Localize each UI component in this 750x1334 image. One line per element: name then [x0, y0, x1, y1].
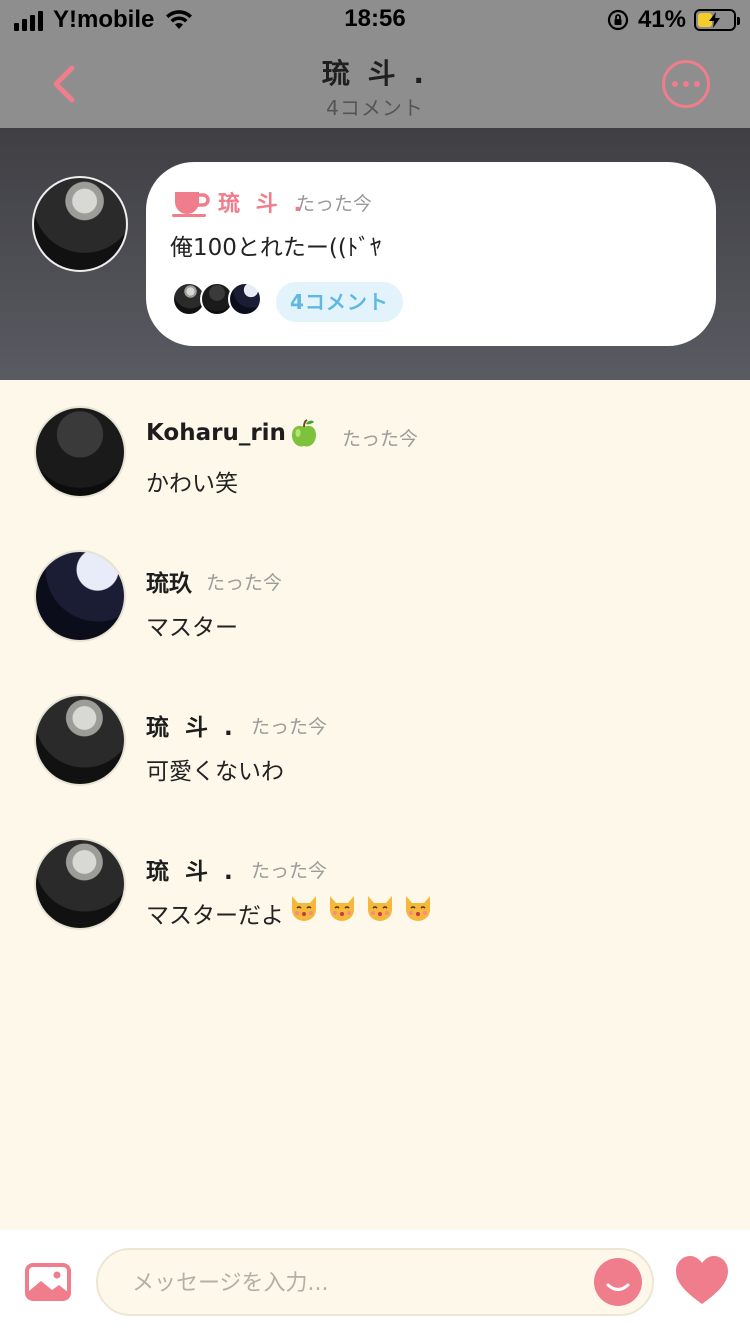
- commenter-avatars[interactable]: [172, 282, 272, 318]
- more-button[interactable]: [662, 60, 710, 108]
- cup-icon: [172, 192, 210, 217]
- stamp-button[interactable]: [594, 1258, 642, 1306]
- message-field[interactable]: [96, 1248, 654, 1316]
- comment-item: 琉玖 たった今 マスター: [0, 524, 750, 642]
- comment-item: Koharu_rin たった今 かわい笑: [0, 380, 750, 498]
- post-bubble[interactable]: 琉 斗 . たった今 俺100とれたー((ﾄﾞﾔ 4コメント: [146, 162, 716, 346]
- comment-timestamp: たった今: [251, 860, 328, 882]
- smile-icon: [606, 1283, 630, 1291]
- kissing-cat-icon: [330, 896, 354, 921]
- commenter-avatar: [228, 282, 262, 316]
- more-dot: [672, 81, 678, 87]
- post-timestamp: たった今: [296, 193, 373, 215]
- page-title: 琉 斗 .: [321, 57, 429, 90]
- comment-text: 可愛くないわ: [146, 759, 284, 785]
- comment-text: マスターだよ: [146, 903, 284, 929]
- orientation-lock-icon: [607, 9, 629, 31]
- comment-item: 琉 斗 . たった今 可愛くないわ: [0, 668, 750, 786]
- emoji-row: [288, 892, 434, 924]
- image-button[interactable]: [24, 1262, 72, 1302]
- post-author-avatar[interactable]: [32, 176, 128, 272]
- comment-avatar[interactable]: [34, 838, 126, 930]
- comment-text: かわい笑: [146, 471, 238, 497]
- charging-bolt-icon: [709, 12, 720, 28]
- more-dot: [694, 81, 700, 87]
- nav-bar: 琉 斗 . 4コメント: [0, 40, 750, 128]
- post-header: 琉 斗 . たった今 俺100とれたー((ﾄﾞﾔ 4コメント: [0, 128, 750, 380]
- post-text: 俺100とれたー((ﾄﾞﾔ: [170, 235, 382, 261]
- like-button[interactable]: [674, 1254, 730, 1306]
- image-icon: [25, 1263, 71, 1301]
- post-author-name[interactable]: 琉 斗 .: [218, 186, 306, 218]
- comment-item: 琉 斗 . たった今 マスターだよ: [0, 812, 750, 930]
- page-subtitle: 4コメント: [326, 96, 424, 120]
- comment-count-badge[interactable]: 4コメント: [276, 282, 403, 322]
- battery-percent: 41%: [637, 6, 686, 33]
- comment-timestamp: たった今: [342, 428, 419, 450]
- kissing-cat-icon: [292, 896, 316, 921]
- comment-timestamp: たった今: [251, 716, 328, 738]
- status-right: 41%: [606, 6, 740, 34]
- comment-author[interactable]: 琉玖: [146, 564, 192, 598]
- comment-author[interactable]: 琉 斗 .: [146, 708, 237, 742]
- comment-author[interactable]: 琉 斗 .: [146, 852, 237, 886]
- more-dot: [683, 81, 689, 87]
- kissing-cat-icon: [368, 896, 392, 921]
- message-input-bar: [0, 1230, 750, 1334]
- comment-text: マスター: [146, 615, 238, 641]
- comment-list: Koharu_rin たった今 かわい笑 琉玖 たった今 マスター 琉 斗 . …: [0, 380, 750, 1230]
- heart-icon: [676, 1256, 728, 1304]
- comment-avatar[interactable]: [34, 694, 126, 786]
- kissing-cat-icon: [406, 896, 430, 921]
- comment-avatar[interactable]: [34, 550, 126, 642]
- green-apple-icon: [292, 419, 316, 447]
- status-bar: Y!mobile 18:56 41%: [0, 0, 750, 40]
- comment-avatar[interactable]: [34, 406, 126, 498]
- comment-author[interactable]: Koharu_rin: [146, 420, 286, 446]
- message-input[interactable]: [130, 1262, 574, 1304]
- battery-icon: [694, 9, 740, 31]
- comment-timestamp: たった今: [206, 572, 283, 594]
